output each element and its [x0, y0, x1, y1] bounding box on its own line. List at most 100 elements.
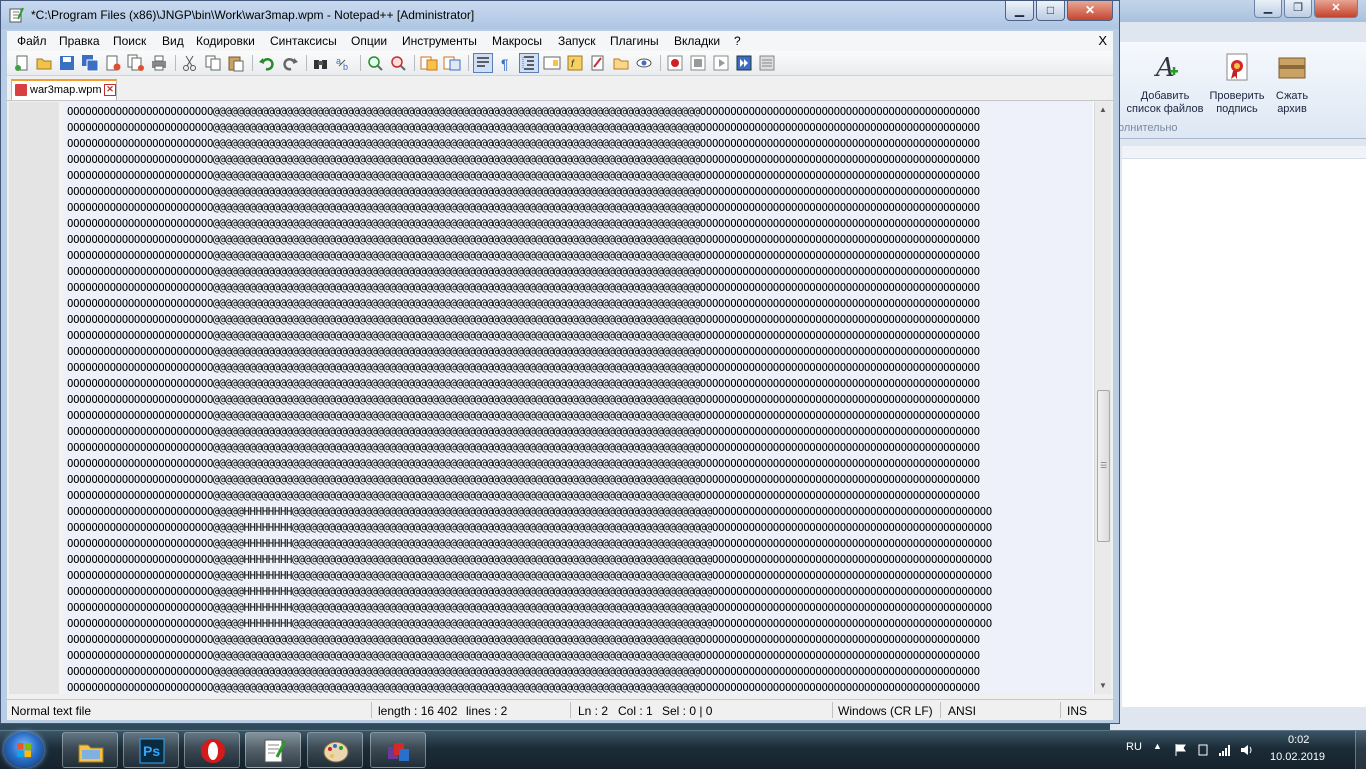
scroll-down-icon[interactable]: ▼ — [1095, 678, 1111, 694]
editor-line: OOOOOOOOOOOOOOOOOOOOOOOO@@@@@HHHHHHHH@@@… — [67, 537, 992, 550]
tab-close-icon[interactable]: ✕ — [104, 84, 116, 96]
new-file-icon[interactable] — [13, 54, 31, 72]
save-all-icon[interactable] — [81, 54, 99, 72]
menu-macro[interactable]: Макросы — [492, 34, 542, 48]
text-area[interactable]: OOOOOOOOOOOOOOOOOOOOOOOO@@@@@@@@@@@@@@@@… — [63, 102, 1093, 694]
scroll-up-icon[interactable]: ▲ — [1095, 102, 1111, 118]
taskbar-winrar[interactable] — [370, 732, 426, 768]
zoom-out-icon[interactable] — [389, 54, 407, 72]
taskbar-photoshop[interactable]: Ps — [123, 732, 179, 768]
print-icon[interactable] — [150, 54, 168, 72]
editor-line: OOOOOOOOOOOOOOOOOOOOOOOO@@@@@@@@@@@@@@@@… — [67, 233, 980, 246]
open-file-icon[interactable] — [35, 54, 53, 72]
status-separator — [570, 702, 571, 718]
replace-icon[interactable]: ab — [335, 54, 353, 72]
bg-maximize-button[interactable]: ❐ — [1284, 0, 1312, 18]
menu-run[interactable]: Запуск — [558, 34, 596, 48]
menu-file[interactable]: Файл — [17, 34, 47, 48]
run-macro-multiple-icon[interactable] — [735, 54, 753, 72]
maximize-button[interactable]: □ — [1036, 1, 1065, 21]
taskbar-paint[interactable] — [307, 732, 363, 768]
editor-line: OOOOOOOOOOOOOOOOOOOOOOOO@@@@@@@@@@@@@@@@… — [67, 265, 980, 278]
menu-language[interactable]: Синтаксисы — [270, 34, 337, 48]
taskbar-opera[interactable] — [184, 732, 240, 768]
compress-archive-button[interactable]: Сжать архив — [1270, 50, 1314, 116]
toolbar-separator — [360, 55, 361, 71]
language-indicator[interactable]: RU — [1126, 741, 1142, 753]
background-pane-header — [1122, 146, 1366, 159]
editor-line: OOOOOOOOOOOOOOOOOOOOOOOO@@@@@HHHHHHHH@@@… — [67, 617, 992, 630]
start-button[interactable] — [4, 732, 44, 768]
menu-encoding[interactable]: Кодировки — [196, 34, 255, 48]
verify-signature-button[interactable]: Проверить подпись — [1206, 50, 1268, 116]
menu-close-document[interactable]: X — [1098, 33, 1107, 48]
copy-icon[interactable] — [204, 54, 222, 72]
record-macro-icon[interactable] — [666, 54, 684, 72]
clock-date[interactable]: 10.02.2019 — [1270, 751, 1325, 763]
stop-record-icon[interactable] — [689, 54, 707, 72]
title-bar[interactable]: *C:\Program Files (x86)\JNGP\bin\Work\wa… — [1, 1, 1119, 29]
scroll-thumb[interactable]: ☰ — [1097, 390, 1110, 542]
close-icon[interactable] — [104, 54, 122, 72]
show-hidden-icons[interactable]: ▲ — [1153, 741, 1162, 751]
editor-line: OOOOOOOOOOOOOOOOOOOOOOOO@@@@@HHHHHHHH@@@… — [67, 601, 992, 614]
network-signal-icon[interactable] — [1218, 743, 1232, 757]
compress-archive-label-1: Сжать — [1275, 90, 1309, 102]
menu-help[interactable]: ? — [734, 34, 741, 48]
taskbar-notepad-plus-plus[interactable] — [245, 732, 301, 768]
tab-war3map-wpm[interactable]: war3map.wpm ✕ — [11, 79, 117, 100]
vertical-scrollbar[interactable]: ▲ ☰ ▼ — [1094, 102, 1111, 694]
close-all-icon[interactable] — [127, 54, 145, 72]
function-list-icon[interactable]: f — [566, 54, 584, 72]
paste-icon[interactable] — [227, 54, 245, 72]
zoom-in-icon[interactable] — [366, 54, 384, 72]
monitoring-icon[interactable] — [635, 54, 653, 72]
minimize-button[interactable]: ▁ — [1005, 1, 1034, 21]
explorer-icon — [78, 744, 104, 763]
device-icon[interactable] — [1196, 743, 1210, 757]
cut-icon[interactable] — [181, 54, 199, 72]
editor-line: OOOOOOOOOOOOOOOOOOOOOOOO@@@@@@@@@@@@@@@@… — [67, 425, 980, 438]
menu-edit[interactable]: Правка — [59, 34, 100, 48]
undo-icon[interactable] — [258, 54, 276, 72]
menu-search[interactable]: Поиск — [113, 34, 146, 48]
menu-window[interactable]: Вкладки — [674, 34, 720, 48]
editor-line: OOOOOOOOOOOOOOOOOOOOOOOO@@@@@@@@@@@@@@@@… — [67, 345, 980, 358]
word-wrap-icon[interactable] — [473, 53, 493, 73]
save-macro-icon[interactable] — [758, 54, 776, 72]
add-file-list-button[interactable]: A Добавить список файлов — [1122, 50, 1208, 116]
bg-close-button[interactable]: ✕ — [1314, 0, 1358, 18]
action-center-flag-icon[interactable] — [1174, 743, 1188, 757]
close-button[interactable]: ✕ — [1067, 1, 1113, 21]
doc-map-icon[interactable] — [543, 54, 561, 72]
sync-vertical-icon[interactable] — [420, 54, 438, 72]
editor-line: OOOOOOOOOOOOOOOOOOOOOOOO@@@@@@@@@@@@@@@@… — [67, 441, 980, 454]
indent-guide-icon[interactable] — [519, 53, 539, 73]
play-macro-icon[interactable] — [712, 54, 730, 72]
notepad-plus-plus-window: *C:\Program Files (x86)\JNGP\bin\Work\wa… — [0, 0, 1120, 724]
editor-line: OOOOOOOOOOOOOOOOOOOOOOOO@@@@@@@@@@@@@@@@… — [67, 153, 980, 166]
taskbar-explorer[interactable] — [62, 732, 118, 768]
open-folder-icon[interactable] — [612, 54, 630, 72]
folder-as-workspace-icon[interactable] — [589, 54, 607, 72]
background-titlebar: ▁ ❐ ✕ — [1110, 0, 1366, 22]
save-icon[interactable] — [58, 54, 76, 72]
menu-tools[interactable]: Инструменты — [402, 34, 477, 48]
show-all-chars-icon[interactable]: ¶ — [497, 54, 515, 72]
show-desktop-button[interactable] — [1355, 731, 1366, 769]
menu-settings[interactable]: Опции — [351, 34, 387, 48]
menu-view[interactable]: Вид — [162, 34, 184, 48]
redo-icon[interactable] — [281, 54, 299, 72]
editor-line: OOOOOOOOOOOOOOOOOOOOOOOO@@@@@@@@@@@@@@@@… — [67, 377, 980, 390]
editor-line: OOOOOOOOOOOOOOOOOOOOOOOO@@@@@@@@@@@@@@@@… — [67, 633, 980, 646]
find-icon[interactable] — [312, 54, 330, 72]
status-bar: Normal text file length : 16 402 lines :… — [7, 699, 1113, 720]
status-ln: Ln : 2 — [578, 704, 609, 718]
editor-line: OOOOOOOOOOOOOOOOOOOOOOOO@@@@@@@@@@@@@@@@… — [67, 361, 980, 374]
menu-plugins[interactable]: Плагины — [610, 34, 659, 48]
clock-time[interactable]: 0:02 — [1288, 734, 1309, 746]
volume-icon[interactable] — [1240, 743, 1254, 757]
editor[interactable]: OOOOOOOOOOOOOOOOOOOOOOOO@@@@@@@@@@@@@@@@… — [9, 102, 1111, 694]
bg-minimize-button[interactable]: ▁ — [1254, 0, 1282, 18]
sync-horizontal-icon[interactable] — [443, 54, 461, 72]
